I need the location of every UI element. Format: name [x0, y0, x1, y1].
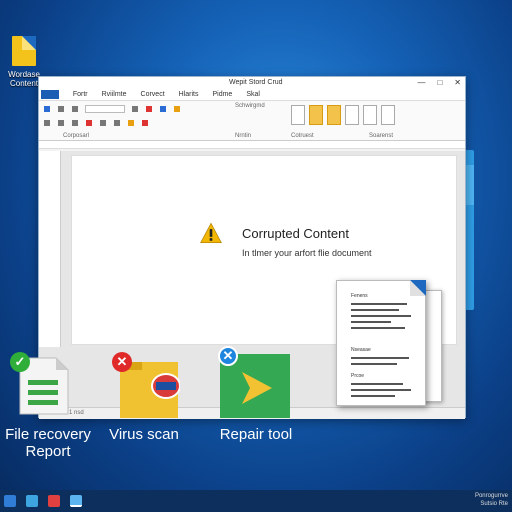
report-document[interactable]: Fenens Nseasae Prcoe — [336, 280, 426, 406]
tray-text-1: Ponrogurrve — [474, 493, 508, 499]
repair-tool-tile[interactable]: ✕ — [218, 346, 290, 418]
vertical-ruler — [39, 151, 61, 347]
error-badge-icon: ✕ — [112, 352, 132, 372]
ribbon-group-label-4: Cotruest — [291, 133, 314, 139]
italic-icon[interactable] — [58, 120, 64, 126]
ribbon-button-4[interactable] — [345, 105, 359, 125]
styles-icon[interactable] — [174, 106, 180, 112]
file-recovery-tile[interactable]: ✓ — [10, 352, 78, 415]
virus-scan-label: Virus scan — [109, 426, 179, 443]
warning-icon-small[interactable] — [128, 120, 134, 126]
start-icon[interactable] — [4, 495, 16, 507]
ribbon-group-label-1: Corposarl — [63, 133, 90, 139]
bold-icon[interactable] — [44, 120, 50, 126]
repair-badge-icon: ✕ — [218, 346, 238, 366]
font-selector[interactable] — [85, 105, 125, 113]
ribbon-button-3[interactable] — [327, 105, 341, 125]
ribbon: Corposarl Schwirgmd Nrntin Cotruest Soar… — [39, 101, 465, 141]
horizontal-ruler — [39, 141, 465, 149]
strike-icon[interactable] — [86, 120, 92, 126]
ribbon-button-1[interactable] — [291, 105, 305, 125]
error-subtext: In tlmer your arfort flie document — [242, 248, 372, 258]
warning-icon — [200, 222, 222, 244]
menu-item-2[interactable]: Rviilmte — [102, 91, 127, 98]
ribbon-button-6[interactable] — [381, 105, 395, 125]
menu-item-5[interactable]: Pidme — [212, 91, 232, 98]
menu-item-4[interactable]: Hlarits — [179, 91, 199, 98]
search-icon[interactable] — [26, 495, 38, 507]
repair-tool-label: Repair tool — [219, 426, 293, 443]
ribbon-button-5[interactable] — [363, 105, 377, 125]
title-bar: Wepit Stord Crud — □ ✕ — [39, 77, 465, 89]
menu-item-3[interactable]: Corvect — [141, 91, 165, 98]
ribbon-group-label-5: Soarenst — [369, 133, 394, 139]
cut-icon[interactable] — [58, 106, 64, 112]
bullet-icon[interactable] — [142, 120, 148, 126]
taskbar: Ponrogurrve Sutsio Rte — [0, 490, 512, 512]
report-heading-1: Fenens — [351, 293, 368, 299]
virus-scan-tile[interactable]: ✕ — [112, 352, 181, 418]
font-color-icon[interactable] — [146, 106, 152, 112]
align-center-icon[interactable] — [114, 120, 120, 126]
checkmark-badge-icon: ✓ — [10, 352, 30, 372]
underline-icon[interactable] — [72, 120, 78, 126]
side-panel-accent — [466, 165, 474, 205]
highlight-icon[interactable] — [160, 106, 166, 112]
align-left-icon[interactable] — [100, 120, 106, 126]
report-heading-2: Nseasae — [351, 347, 371, 353]
menu-item-6[interactable]: Skal — [246, 91, 260, 98]
ribbon-group-label-2: Schwirgmd — [235, 103, 265, 109]
report-heading-3: Prcoe — [351, 373, 365, 379]
ribbon-group-label-3: Nrntin — [235, 133, 252, 139]
menu-bar: Fortr Rviilmte Corvect Hlarits Pidme Ska… — [39, 89, 465, 101]
tray-text-2: Sutsio Rte — [480, 501, 508, 507]
menu-item-1[interactable]: Fortr — [73, 91, 88, 98]
app-icon-1[interactable] — [48, 495, 60, 507]
file-recovery-label: File recovery Report — [5, 426, 91, 460]
file-icon — [12, 36, 36, 66]
error-heading: Corrupted Content — [242, 226, 349, 241]
window-title: Wepit Stord Crud — [229, 79, 283, 86]
file-tab[interactable] — [41, 90, 59, 99]
close-button[interactable]: ✕ — [454, 78, 461, 87]
copy-icon[interactable] — [72, 106, 78, 112]
maximize-button[interactable]: □ — [437, 78, 442, 87]
app-icon-2[interactable] — [70, 495, 82, 507]
ribbon-button-2[interactable] — [309, 105, 323, 125]
minimize-button[interactable]: — — [417, 78, 425, 87]
format-icon[interactable] — [132, 106, 138, 112]
paste-icon[interactable] — [44, 106, 50, 112]
